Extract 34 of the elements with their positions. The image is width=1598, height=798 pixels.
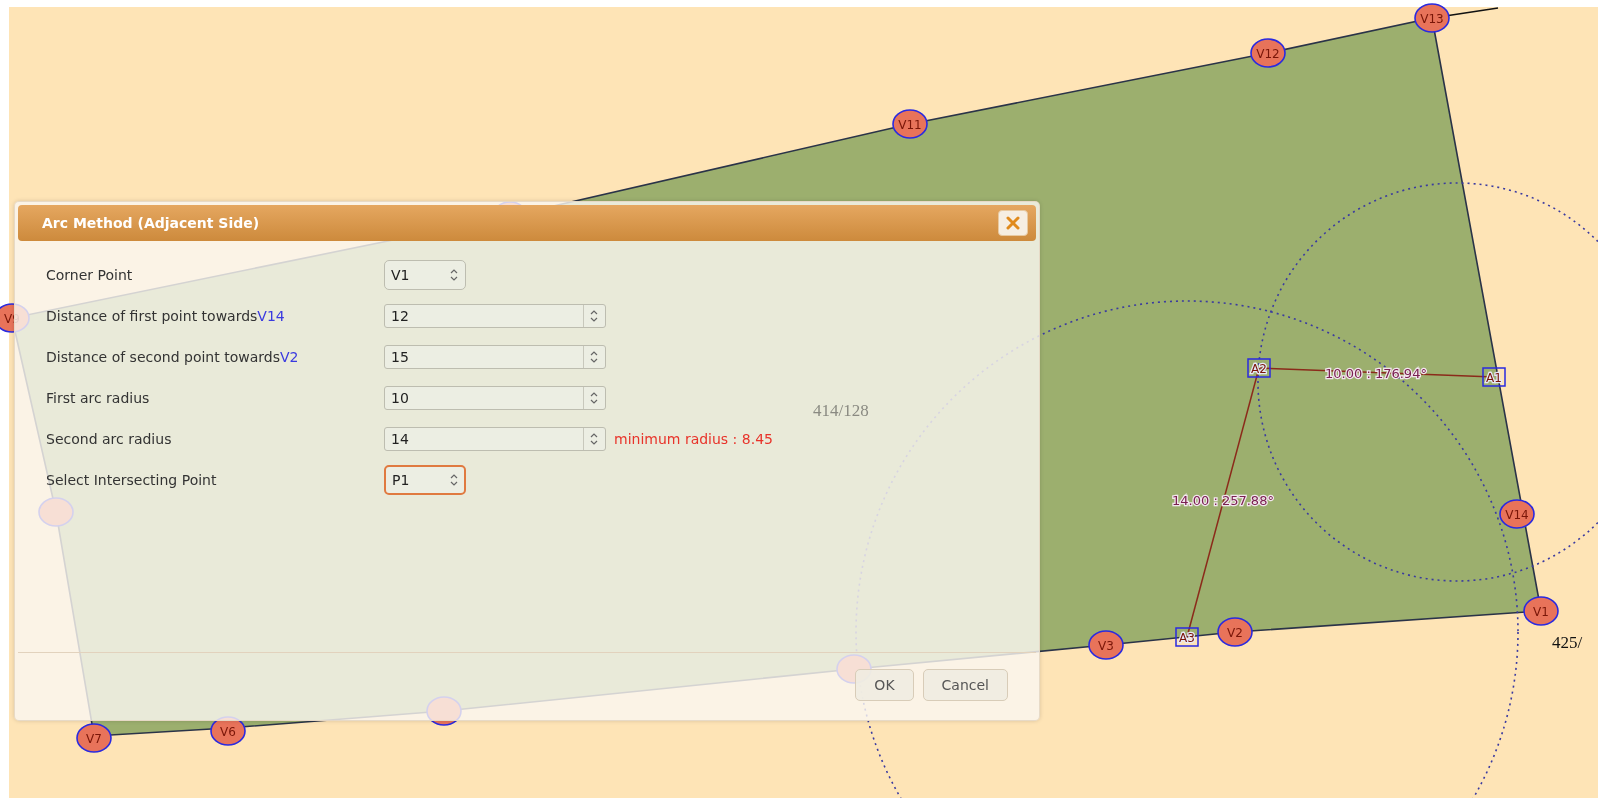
vertex-marker[interactable]: V2: [1217, 617, 1253, 647]
spin-box[interactable]: P1: [384, 465, 466, 495]
field-label: Distance of second point towardsV2: [46, 349, 300, 365]
spinner-icon[interactable]: [449, 473, 459, 487]
spinner-icon[interactable]: [589, 350, 599, 364]
field-label: Second arc radius: [46, 431, 173, 447]
vertex-marker[interactable]: V13: [1414, 3, 1450, 33]
error-message: minimum radius : 8.45: [614, 431, 773, 447]
cancel-button[interactable]: Cancel: [922, 669, 1008, 701]
field-label: First arc radius: [46, 390, 151, 406]
vertex-marker[interactable]: V1: [1523, 596, 1559, 626]
measurement-label: 14.00 : 257.88°: [1172, 493, 1274, 508]
vertex-marker[interactable]: V11: [892, 109, 928, 139]
number-field[interactable]: 12: [384, 304, 606, 328]
spin-box[interactable]: V1: [384, 260, 466, 290]
field-label: Corner Point: [46, 267, 134, 283]
coordinate-label: 425/: [1552, 633, 1583, 652]
spinner-icon[interactable]: [589, 432, 599, 446]
vertex-marker[interactable]: V14: [1499, 499, 1535, 529]
spinner-icon[interactable]: [449, 268, 459, 282]
vertex-marker[interactable]: V12: [1250, 38, 1286, 68]
number-field[interactable]: 14: [384, 427, 606, 451]
number-field[interactable]: 10: [384, 386, 606, 410]
spinner-icon[interactable]: [589, 309, 599, 323]
dialog-title: Arc Method (Adjacent Side): [42, 215, 260, 231]
number-field[interactable]: 15: [384, 345, 606, 369]
field-label: Distance of first point towardsV14: [46, 308, 286, 324]
vertex-marker[interactable]: V3: [1088, 630, 1124, 660]
vertex-marker[interactable]: V7: [76, 723, 112, 753]
close-icon: [1006, 216, 1020, 230]
field-label: Select Intersecting Point: [46, 472, 218, 488]
spinner-icon[interactable]: [589, 391, 599, 405]
coordinate-label: 414/128: [813, 401, 869, 421]
ok-button[interactable]: OK: [855, 669, 914, 701]
